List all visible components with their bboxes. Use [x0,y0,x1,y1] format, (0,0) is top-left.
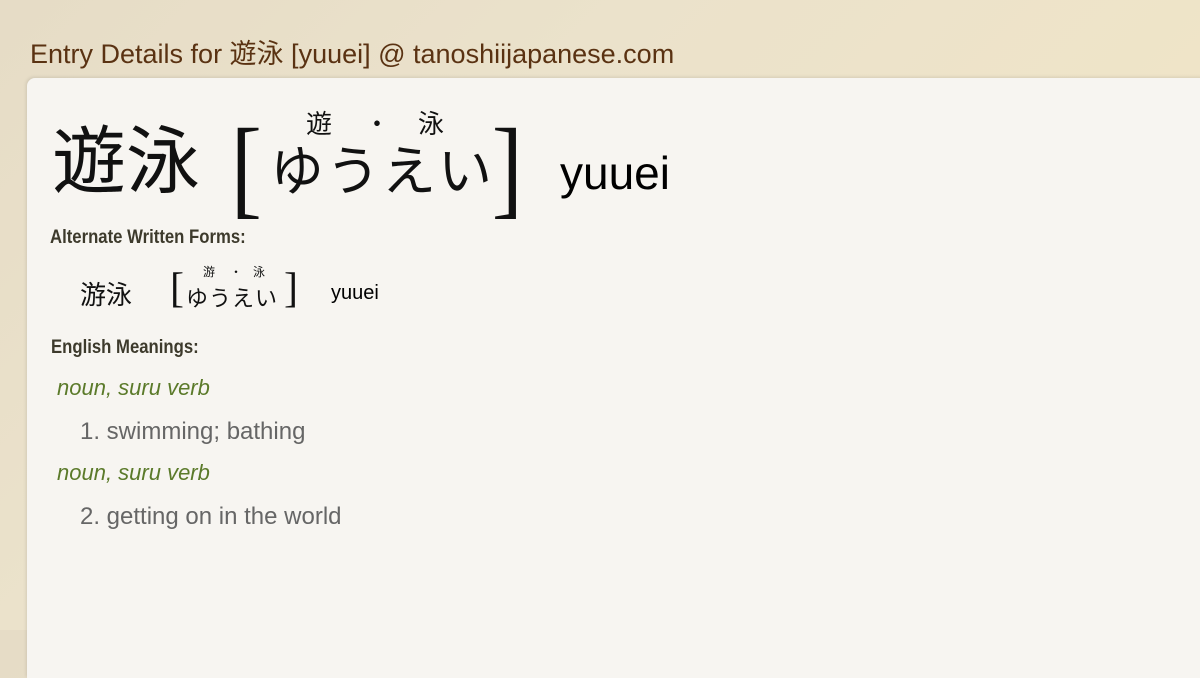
alternate-furigana-separator: ・ [230,265,243,279]
entry-furigana-2: 泳 [418,110,445,140]
entry-furigana-separator: ・ [364,110,391,140]
entry-reading: ゆうえい [270,140,494,203]
alternate-kanji: 游泳 [80,281,133,311]
entry-romaji: yuuei [560,147,670,199]
alternate-furigana-1: 游 [203,265,216,279]
part-of-speech: noun, suru verb [57,375,210,400]
part-of-speech: noun, suru verb [57,460,210,485]
entry-bracket-close: ] [491,106,523,228]
page-title: Entry Details for 遊泳 [yuuei] @ tanoshiij… [30,39,675,69]
alternate-romaji: yuuei [331,282,379,304]
meaning-item: 1. swimming; bathing [80,418,306,445]
english-meanings-label: English Meanings: [51,337,199,358]
alternate-forms-label: Alternate Written Forms: [50,227,246,248]
meaning-item: 2. getting on in the world [80,503,342,530]
alternate-bracket-close: ] [284,266,298,312]
entry-furigana-1: 遊 [306,110,333,140]
entry-kanji: 遊泳 [52,119,200,205]
alternate-bracket-open: [ [170,266,184,312]
alternate-furigana-2: 泳 [253,265,266,279]
alternate-reading: ゆうえい [186,287,279,312]
entry-bracket-open: [ [230,106,262,228]
